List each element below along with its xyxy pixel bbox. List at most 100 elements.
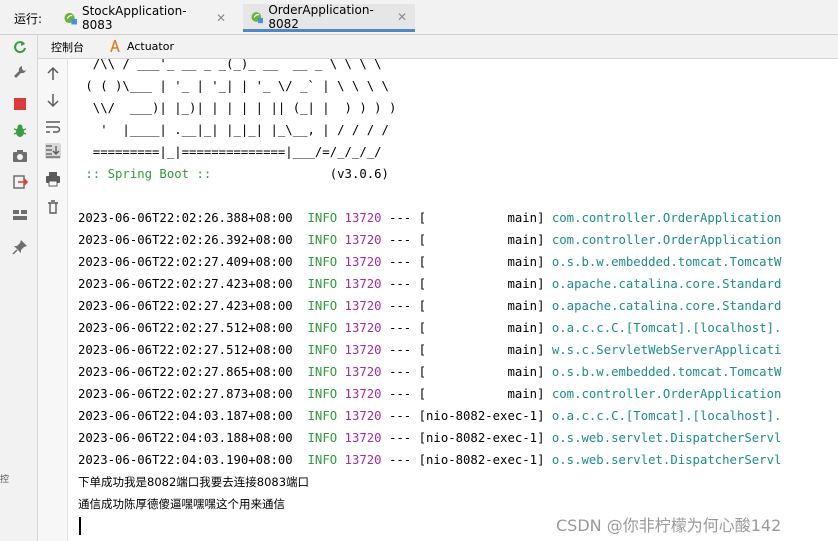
log-pid: 13720 <box>344 321 382 335</box>
arrow-up-icon[interactable] <box>45 66 61 82</box>
run-actions-strip: 控 <box>0 35 38 541</box>
spring-boot-icon <box>64 12 77 25</box>
close-icon[interactable]: ✕ <box>397 10 407 24</box>
log-pid: 13720 <box>344 211 382 225</box>
log-timestamp: 2023-06-06T22:02:27.423+08:00 <box>78 277 293 291</box>
banner-line: ' |____| .__|_| |_|_| |_\__, | / / / / <box>78 123 389 137</box>
spring-boot-icon <box>251 11 264 23</box>
log-pid: 13720 <box>344 387 382 401</box>
print-icon[interactable] <box>45 171 61 187</box>
log-level: INFO <box>307 233 338 247</box>
tab-label: StockApplication-8083 <box>81 4 187 32</box>
run-tab-bar: 运行: StockApplication-8083 ✕ OrderApplica… <box>0 0 838 35</box>
log-thread: [ main] <box>418 299 545 313</box>
log-line: 2023-06-06T22:02:26.392+08:00 INFO 13720… <box>78 233 782 247</box>
log-timestamp: 2023-06-06T22:02:27.409+08:00 <box>78 255 293 269</box>
log-line: 2023-06-06T22:02:27.423+08:00 INFO 13720… <box>78 299 782 313</box>
tab-label: OrderApplication-8082 <box>268 2 374 31</box>
side-panel-label[interactable]: 控 <box>0 475 9 486</box>
tab-order-application[interactable]: OrderApplication-8082 ✕ <box>243 2 415 32</box>
log-logger: com.controller.OrderApplication <box>551 211 782 225</box>
log-line: 2023-06-06T22:04:03.190+08:00 INFO 13720… <box>78 453 782 467</box>
output-line: 下单成功我是8082端口我要去连接8083端口 <box>78 475 310 489</box>
spring-boot-version: (v3.0.6) <box>329 167 389 181</box>
wrench-icon[interactable] <box>12 64 28 80</box>
log-level: INFO <box>307 387 338 401</box>
output-line: 通信成功陈厚德傻逼嘿嘿嘿这个用来通信 <box>78 497 285 511</box>
log-timestamp: 2023-06-06T22:02:27.873+08:00 <box>78 387 293 401</box>
log-pid: 13720 <box>344 255 382 269</box>
log-line: 2023-06-06T22:02:27.873+08:00 INFO 13720… <box>78 387 782 401</box>
arrow-down-icon[interactable] <box>45 92 61 108</box>
log-line: 2023-06-06T22:04:03.187+08:00 INFO 13720… <box>78 409 782 423</box>
rerun-icon[interactable] <box>12 39 28 55</box>
layout-icon[interactable] <box>12 207 28 223</box>
tab-stock-application[interactable]: StockApplication-8083 ✕ <box>56 4 234 32</box>
log-level: INFO <box>307 431 338 445</box>
log-logger: o.s.web.servlet.DispatcherServl <box>551 453 782 467</box>
tab-console-label: 控制台 <box>51 41 84 54</box>
log-timestamp: 2023-06-06T22:04:03.188+08:00 <box>78 431 293 445</box>
log-line: 2023-06-06T22:02:27.865+08:00 INFO 13720… <box>78 365 782 379</box>
log-level: INFO <box>307 409 338 423</box>
log-level: INFO <box>307 365 338 379</box>
log-pid: 13720 <box>344 431 382 445</box>
log-line: 2023-06-06T22:04:03.188+08:00 INFO 13720… <box>78 431 782 445</box>
log-timestamp: 2023-06-06T22:04:03.190+08:00 <box>78 453 293 467</box>
log-thread: [ main] <box>418 343 545 357</box>
soft-wrap-icon[interactable] <box>45 119 61 135</box>
log-timestamp: 2023-06-06T22:02:27.512+08:00 <box>78 321 293 335</box>
log-logger: o.s.b.w.embedded.tomcat.TomcatW <box>551 255 782 269</box>
log-level: INFO <box>307 453 338 467</box>
log-pid: 13720 <box>344 343 382 357</box>
stop-icon[interactable] <box>12 96 28 112</box>
log-thread: [ main] <box>418 211 545 225</box>
log-logger: w.s.c.ServletWebServerApplicati <box>551 343 782 357</box>
log-level: INFO <box>307 299 338 313</box>
banner-line: =========|_|==============|___/=/_/_/_/ <box>78 145 382 159</box>
log-timestamp: 2023-06-06T22:04:03.187+08:00 <box>78 409 293 423</box>
log-timestamp: 2023-06-06T22:02:27.512+08:00 <box>78 343 293 357</box>
log-timestamp: 2023-06-06T22:02:27.865+08:00 <box>78 365 293 379</box>
log-line: 2023-06-06T22:02:27.512+08:00 INFO 13720… <box>78 343 782 357</box>
close-icon[interactable]: ✕ <box>216 11 226 25</box>
tab-actuator[interactable]: Actuator <box>108 39 174 53</box>
log-level: INFO <box>307 343 338 357</box>
log-pid: 13720 <box>344 409 382 423</box>
tab-console[interactable]: 控制台 <box>51 39 84 55</box>
log-logger: com.controller.OrderApplication <box>551 387 782 401</box>
log-logger: o.s.b.w.embedded.tomcat.TomcatW <box>551 365 782 379</box>
clear-all-icon[interactable] <box>45 199 61 215</box>
log-line: 2023-06-06T22:02:26.388+08:00 INFO 13720… <box>78 211 782 225</box>
console-output[interactable]: /\\ / ___'_ __ _ _(_)_ __ __ _ \ \ \ \ (… <box>68 59 838 541</box>
log-thread: [ main] <box>418 321 545 335</box>
tab-actuator-label: Actuator <box>127 39 174 53</box>
banner-line: /\\ / ___'_ __ _ _(_)_ __ __ _ \ \ \ \ <box>78 59 382 71</box>
log-pid: 13720 <box>344 365 382 379</box>
pin-icon[interactable] <box>12 239 28 255</box>
banner-line: ( ( )\___ | '_ | '_| | '_ \/ _` | \ \ \ … <box>78 79 389 93</box>
log-timestamp: 2023-06-06T22:02:26.388+08:00 <box>78 211 293 225</box>
spring-boot-label: :: Spring Boot :: <box>78 167 219 181</box>
log-timestamp: 2023-06-06T22:02:26.392+08:00 <box>78 233 293 247</box>
actuator-icon <box>110 39 120 53</box>
camera-icon[interactable] <box>12 148 28 164</box>
log-logger: o.apache.catalina.core.Standard <box>551 299 782 313</box>
run-label: 运行: <box>14 12 43 26</box>
log-thread: [ main] <box>418 365 545 379</box>
log-thread: [ main] <box>418 255 545 269</box>
banner-line: \\/ ___)| |_)| | | | | || (_| | ) ) ) ) <box>78 101 397 115</box>
spring-boot-version-line: :: Spring Boot :: (v3.0.6) <box>78 163 389 185</box>
log-logger: o.a.c.c.C.[Tomcat].[localhost]. <box>551 409 782 423</box>
exit-icon[interactable] <box>12 174 28 190</box>
console-toolbar <box>38 59 68 541</box>
log-line: 2023-06-06T22:02:27.423+08:00 INFO 13720… <box>78 277 782 291</box>
log-thread: [nio-8082-exec-1] <box>418 453 545 467</box>
debug-icon[interactable] <box>12 123 28 139</box>
log-pid: 13720 <box>344 299 382 313</box>
log-timestamp: 2023-06-06T22:02:27.423+08:00 <box>78 299 293 313</box>
scroll-to-end-icon[interactable] <box>45 143 61 159</box>
log-pid: 13720 <box>344 277 382 291</box>
text-caret <box>79 517 81 535</box>
console-subtabs: 控制台 Actuator <box>38 35 838 59</box>
